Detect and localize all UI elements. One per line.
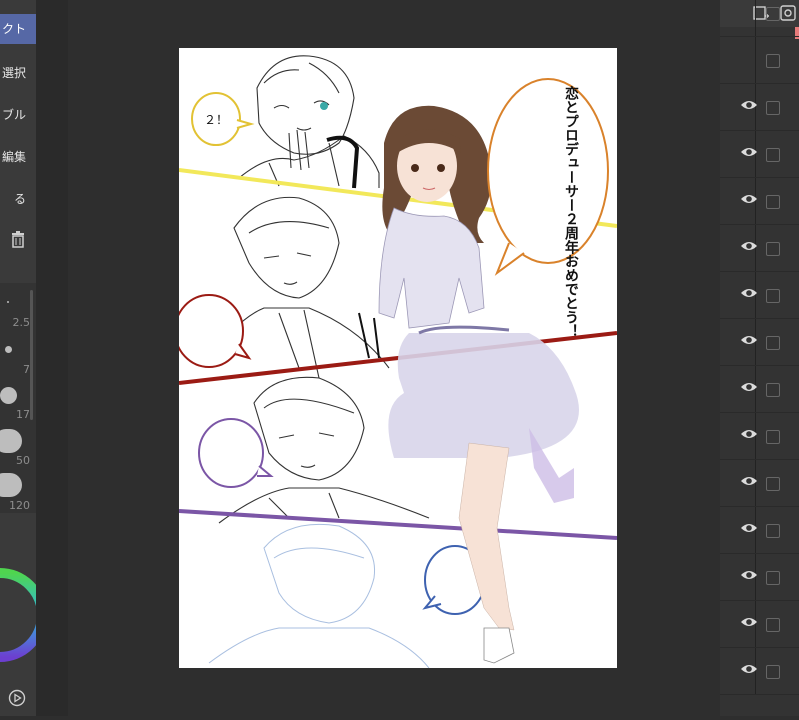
eye-icon[interactable] bbox=[740, 522, 758, 534]
speech-bubble-purple bbox=[198, 418, 264, 488]
layer-row[interactable] bbox=[720, 225, 799, 272]
tool-menu-item-misc[interactable]: る bbox=[0, 184, 36, 214]
tool-menu-item-table[interactable]: ブル bbox=[0, 100, 36, 130]
eye-icon[interactable] bbox=[740, 193, 758, 205]
panel-divider bbox=[36, 0, 68, 716]
brush-size-label: 2.5 bbox=[12, 316, 31, 329]
layer-row[interactable] bbox=[720, 648, 799, 695]
layer-checkbox[interactable] bbox=[766, 7, 780, 21]
layer-checkbox[interactable] bbox=[766, 195, 780, 209]
tool-menu-item-edit[interactable]: 編集 bbox=[0, 142, 36, 172]
brush-size-label: 120 bbox=[9, 499, 30, 512]
layer-checkbox[interactable] bbox=[766, 430, 780, 444]
manga-artwork: ２！ 恋とプロデューサー２周年おめでとう！ bbox=[179, 55, 617, 668]
trash-icon[interactable] bbox=[8, 229, 28, 249]
layer-row[interactable] bbox=[720, 366, 799, 413]
layer-row[interactable] bbox=[720, 413, 799, 460]
layer-row[interactable] bbox=[720, 178, 799, 225]
layer-row[interactable] bbox=[720, 37, 799, 84]
brush-size-label: 50 bbox=[16, 454, 30, 467]
eye-icon[interactable] bbox=[740, 99, 758, 111]
layer-row[interactable] bbox=[720, 554, 799, 601]
layer-row[interactable] bbox=[720, 460, 799, 507]
character-sketch-bottom bbox=[208, 523, 430, 668]
layer-row[interactable] bbox=[720, 601, 799, 648]
brush-size-dot[interactable] bbox=[5, 346, 12, 353]
brush-size-dot[interactable] bbox=[0, 473, 22, 497]
layer-visibility-cell[interactable] bbox=[736, 0, 756, 36]
brush-size-dot[interactable] bbox=[0, 429, 22, 453]
layer-row[interactable] bbox=[720, 131, 799, 178]
eye-icon[interactable] bbox=[740, 616, 758, 628]
layer-checkbox[interactable] bbox=[766, 242, 780, 256]
eye-icon[interactable] bbox=[740, 334, 758, 346]
bubble-main-text: 恋とプロデューサー２周年おめでとう！ bbox=[563, 85, 579, 338]
layer-row[interactable] bbox=[720, 84, 799, 131]
brush-size-label: 17 bbox=[16, 408, 30, 421]
tool-menu-item-selection[interactable]: 選択 bbox=[0, 58, 36, 88]
layer-checkbox[interactable] bbox=[766, 336, 780, 350]
eye-icon[interactable] bbox=[740, 381, 758, 393]
layer-visibility-cell[interactable] bbox=[736, 37, 756, 83]
layer-checkbox[interactable] bbox=[766, 383, 780, 397]
eye-icon[interactable] bbox=[740, 240, 758, 252]
panel-line-purple bbox=[179, 509, 617, 540]
layer-checkbox[interactable] bbox=[766, 54, 780, 68]
layer-checkbox[interactable] bbox=[766, 289, 780, 303]
brush-size-dot[interactable] bbox=[0, 387, 17, 404]
layer-checkbox[interactable] bbox=[766, 665, 780, 679]
brush-scrollbar[interactable] bbox=[30, 290, 33, 420]
layer-checkbox[interactable] bbox=[766, 618, 780, 632]
layer-checkbox[interactable] bbox=[766, 524, 780, 538]
layer-checkbox[interactable] bbox=[766, 101, 780, 115]
bubble-small-text: ２！ bbox=[204, 113, 228, 127]
layer-row[interactable] bbox=[720, 0, 799, 37]
manga-page[interactable]: ２！ 恋とプロデューサー２周年おめでとう！ bbox=[179, 48, 617, 668]
eye-icon[interactable] bbox=[740, 663, 758, 675]
left-tool-panel: クト 選択 ブル 編集 る 2.5 7 17 50 120 bbox=[0, 0, 47, 716]
tool-menu-item-select[interactable]: クト bbox=[0, 14, 36, 44]
layer-checkbox[interactable] bbox=[766, 477, 780, 491]
layer-row[interactable] bbox=[720, 319, 799, 366]
play-icon[interactable] bbox=[8, 689, 26, 707]
eye-icon[interactable] bbox=[740, 428, 758, 440]
eye-icon[interactable] bbox=[740, 569, 758, 581]
eye-icon[interactable] bbox=[740, 287, 758, 299]
layer-row[interactable] bbox=[720, 507, 799, 554]
eye-icon[interactable] bbox=[740, 475, 758, 487]
layer-row[interactable] bbox=[720, 272, 799, 319]
color-panel bbox=[0, 535, 47, 716]
character-sketch-top bbox=[238, 55, 380, 189]
eye-icon[interactable] bbox=[740, 146, 758, 158]
layer-checkbox[interactable] bbox=[766, 148, 780, 162]
speech-bubble-main bbox=[487, 78, 609, 264]
brush-size-label: 7 bbox=[23, 363, 30, 376]
speech-bubble-red bbox=[179, 294, 244, 368]
brush-size-dot[interactable] bbox=[7, 301, 9, 303]
layer-checkbox[interactable] bbox=[766, 571, 780, 585]
layer-list[interactable] bbox=[720, 0, 799, 716]
